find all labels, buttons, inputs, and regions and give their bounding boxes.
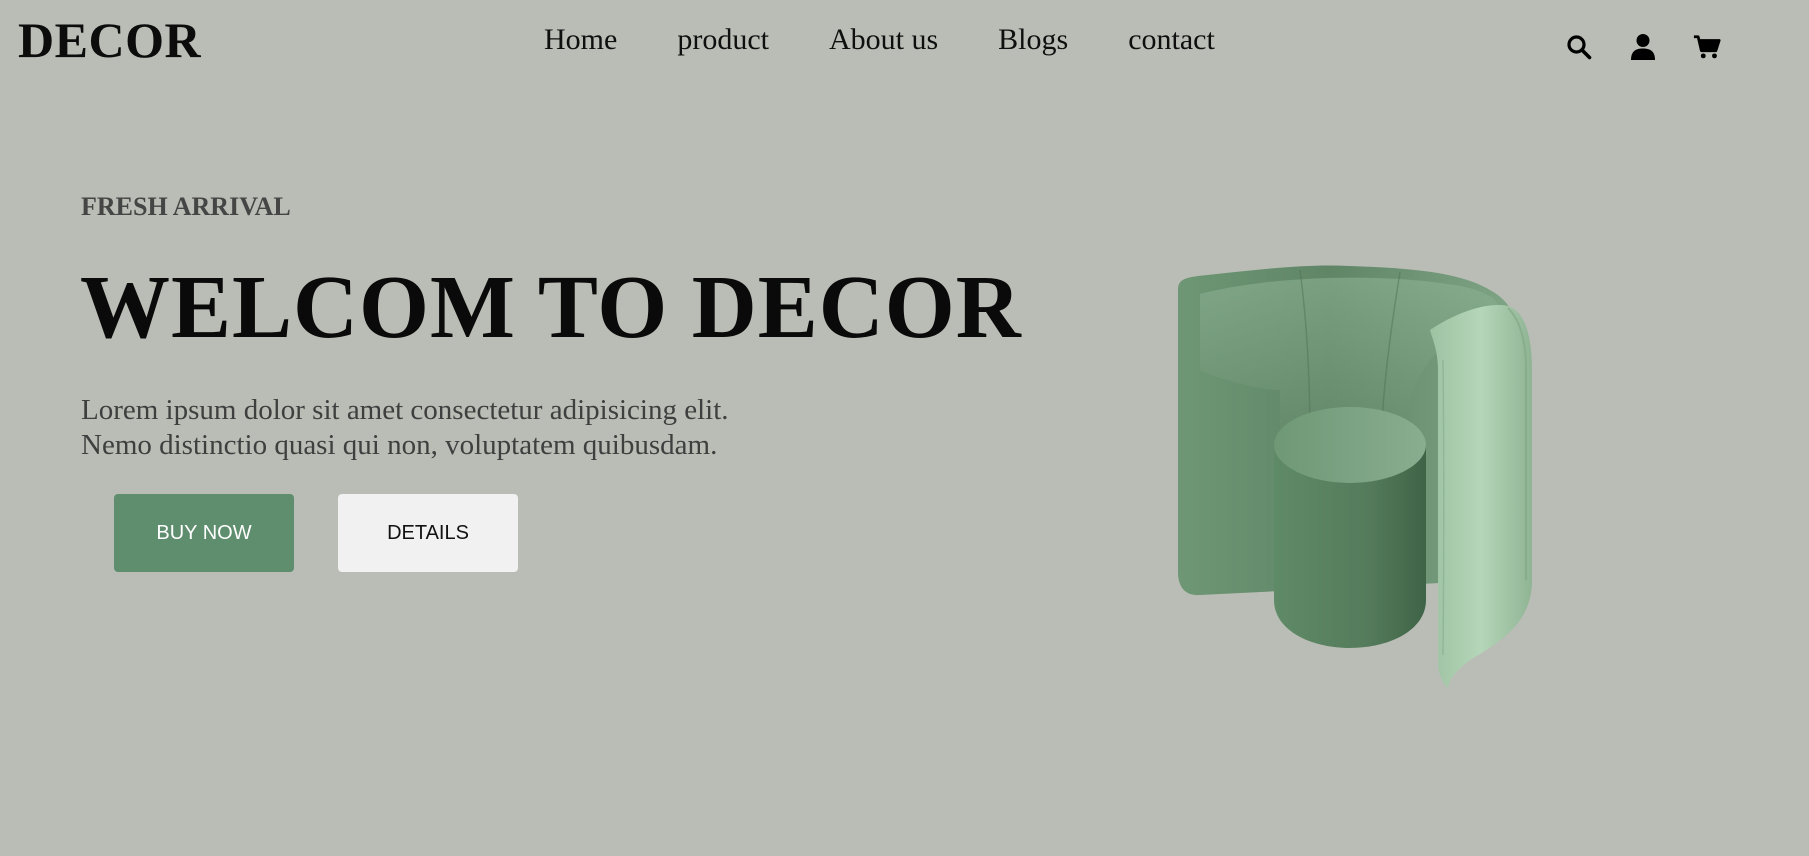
user-icon[interactable] bbox=[1629, 31, 1657, 63]
hero-eyebrow: FRESH ARRIVAL bbox=[81, 192, 291, 221]
buy-now-button[interactable]: BUY NOW bbox=[114, 494, 294, 572]
hero-description-line: Lorem ipsum dolor sit amet consectetur a… bbox=[81, 394, 729, 426]
nav-item-about-us[interactable]: About us bbox=[829, 20, 938, 60]
nav-item-blogs[interactable]: Blogs bbox=[998, 20, 1068, 60]
header-icons bbox=[1565, 31, 1721, 63]
cart-icon[interactable] bbox=[1693, 31, 1721, 63]
nav-item-product[interactable]: product bbox=[677, 20, 769, 60]
hero-description: Lorem ipsum dolor sit amet consectetur a… bbox=[81, 393, 841, 463]
details-button[interactable]: DETAILS bbox=[338, 494, 518, 572]
search-icon[interactable] bbox=[1565, 31, 1593, 63]
armchair-image bbox=[1178, 265, 1532, 688]
nav-item-contact[interactable]: contact bbox=[1128, 20, 1215, 60]
hero-title: WELCOM TO DECOR bbox=[80, 258, 1022, 357]
site-logo[interactable]: DECOR bbox=[18, 12, 201, 68]
main-nav: Home product About us Blogs contact bbox=[544, 20, 1215, 60]
hero-description-line: Nemo distinctio quasi qui non, voluptate… bbox=[81, 429, 718, 461]
nav-item-home[interactable]: Home bbox=[544, 20, 617, 60]
